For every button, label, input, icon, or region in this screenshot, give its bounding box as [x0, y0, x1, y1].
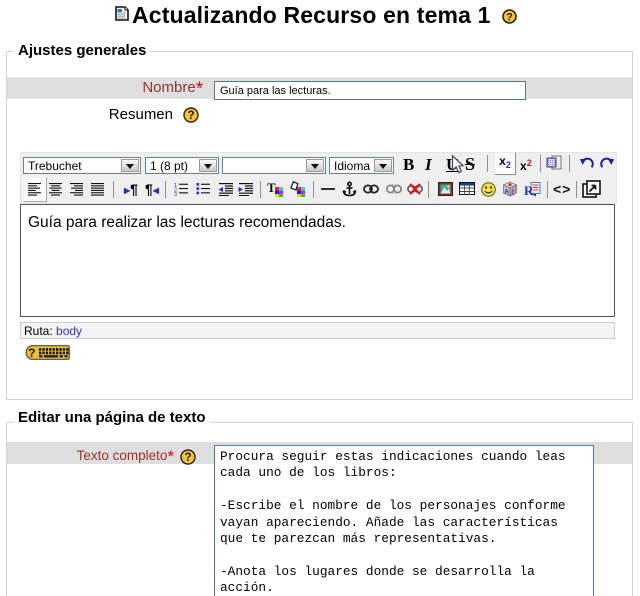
- svg-text:?: ?: [28, 346, 35, 360]
- svg-text:?: ?: [187, 110, 194, 122]
- svg-text:A: A: [505, 190, 510, 196]
- svg-text:T: T: [267, 181, 276, 195]
- svg-text:R: R: [524, 183, 534, 198]
- svg-text:3: 3: [174, 192, 177, 196]
- svg-text:?: ?: [506, 11, 513, 23]
- svg-text:ξ: ξ: [512, 190, 515, 196]
- svg-text:?: ?: [184, 452, 191, 464]
